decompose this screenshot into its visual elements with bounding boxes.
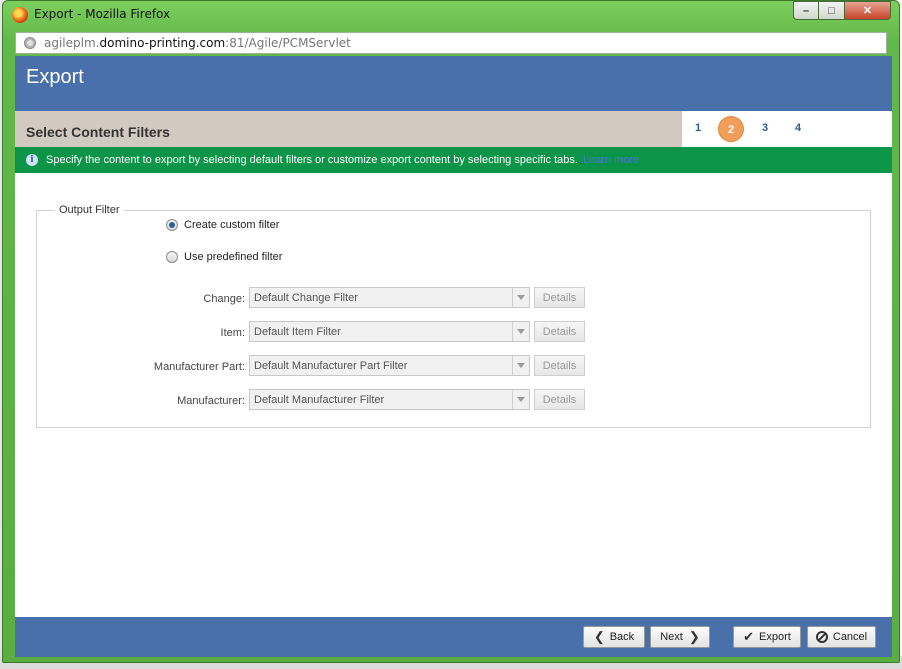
manufacturer-filter-value: Default Manufacturer Filter (254, 393, 385, 406)
item-filter-select[interactable]: Default Item Filter (249, 321, 530, 342)
step-2-active[interactable]: 2 (718, 116, 744, 142)
url-prefix: agileplm. (44, 36, 100, 50)
browser-window: Export - Mozilla Firefox – □ ✕ agileplm.… (2, 0, 900, 663)
globe-icon (24, 37, 36, 49)
step-3[interactable]: 3 (753, 122, 777, 134)
manufacturer-part-filter-label: Manufacturer Part: (153, 361, 245, 373)
item-filter-label: Item: (220, 327, 245, 339)
export-button[interactable]: ✔ Export (733, 626, 801, 648)
create-custom-filter-radio[interactable] (166, 219, 178, 231)
next-button[interactable]: Next ❯ (650, 626, 710, 648)
chevron-right-icon: ❯ (688, 629, 700, 644)
cancel-icon (815, 631, 828, 643)
dialog-title: Export (26, 66, 84, 88)
chevron-down-icon[interactable] (512, 390, 529, 409)
back-button[interactable]: ❮ Back (583, 626, 645, 648)
learn-more-link[interactable]: Learn more (583, 154, 639, 166)
dialog-footer: ❮ Back Next ❯ ✔ Export Cancel (15, 617, 892, 657)
use-predefined-filter-option[interactable]: Use predefined filter (166, 251, 282, 263)
use-predefined-filter-radio[interactable] (166, 251, 178, 263)
create-custom-filter-option[interactable]: Create custom filter (166, 219, 279, 231)
url-host: domino-printing.com (99, 36, 226, 50)
url-path: :81/Agile/PCMServlet (225, 36, 351, 50)
step-title-box: Select Content Filters (15, 111, 682, 147)
window-controls: – □ ✕ (793, 1, 891, 20)
item-details-button[interactable]: Details (534, 321, 585, 342)
use-predefined-filter-label: Use predefined filter (184, 251, 283, 263)
close-window-button[interactable]: ✕ (845, 1, 891, 20)
info-icon: i (26, 154, 38, 166)
manufacturer-details-button[interactable]: Details (534, 389, 585, 410)
manufacturer-filter-label: Manufacturer: (177, 395, 245, 407)
cancel-button-label: Cancel (832, 631, 868, 643)
firefox-icon (12, 7, 28, 23)
cancel-button[interactable]: Cancel (807, 626, 876, 648)
window-title: Export - Mozilla Firefox (34, 7, 171, 21)
chevron-down-icon[interactable] (512, 356, 529, 375)
output-filter-fieldset: Output Filter Create custom filter Use p… (36, 204, 871, 428)
step-1[interactable]: 1 (686, 122, 710, 134)
next-button-label: Next (660, 631, 683, 643)
chevron-left-icon: ❮ (593, 629, 605, 644)
create-custom-filter-label: Create custom filter (184, 219, 280, 231)
checkmark-icon: ✔ (743, 629, 755, 644)
output-filter-legend: Output Filter (55, 204, 124, 216)
change-filter-select[interactable]: Default Change Filter (249, 287, 530, 308)
window-title-bar[interactable]: Export - Mozilla Firefox – □ ✕ (3, 1, 899, 29)
address-bar[interactable]: agileplm.domino-printing.com:81/Agile/PC… (15, 32, 887, 54)
chevron-down-icon[interactable] (512, 322, 529, 341)
step-4[interactable]: 4 (786, 122, 810, 134)
url-text: agileplm.domino-printing.com:81/Agile/PC… (44, 36, 351, 50)
manufacturer-part-filter-select[interactable]: Default Manufacturer Part Filter (249, 355, 530, 376)
manufacturer-part-details-button[interactable]: Details (534, 355, 585, 376)
maximize-button[interactable]: □ (819, 1, 845, 20)
info-text: Specify the content to export by selecti… (46, 154, 578, 166)
dialog-header: Export (15, 56, 892, 111)
wizard-step-band: Select Content Filters 1 2 3 4 (15, 111, 892, 147)
change-filter-label: Change: (203, 293, 245, 305)
manufacturer-filter-select[interactable]: Default Manufacturer Filter (249, 389, 530, 410)
dialog-content: Export Select Content Filters 1 2 3 4 i … (15, 56, 892, 657)
minimize-button[interactable]: – (793, 1, 819, 20)
step-title: Select Content Filters (26, 124, 170, 140)
chevron-down-icon[interactable] (512, 288, 529, 307)
back-button-label: Back (609, 631, 635, 643)
info-bar: i Specify the content to export by selec… (15, 147, 892, 173)
export-button-label: Export (759, 631, 791, 643)
manufacturer-part-filter-value: Default Manufacturer Part Filter (254, 359, 408, 372)
change-details-button[interactable]: Details (534, 287, 585, 308)
item-filter-value: Default Item Filter (254, 325, 341, 338)
change-filter-value: Default Change Filter (254, 291, 358, 304)
